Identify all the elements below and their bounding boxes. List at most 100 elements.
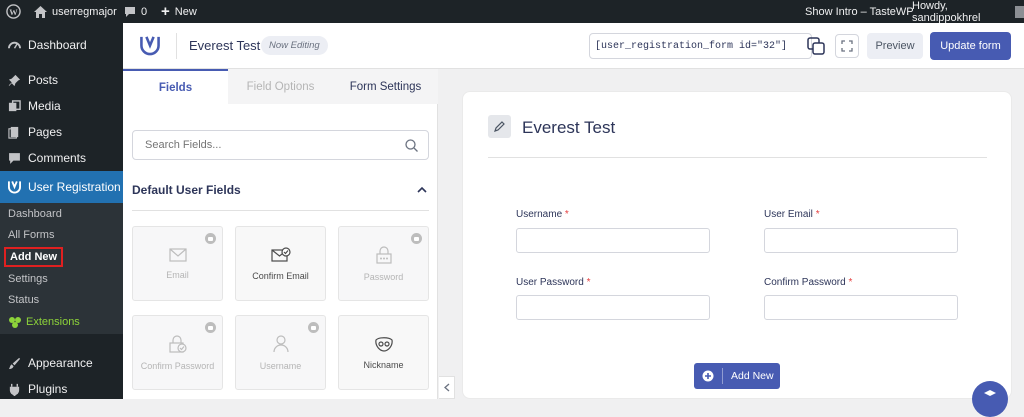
- comment-icon: [9, 152, 20, 164]
- sidebar-item-comments[interactable]: Comments: [0, 145, 123, 171]
- lock-icon: [205, 233, 216, 244]
- site-name-link[interactable]: userregmajor: [34, 0, 117, 23]
- dashboard-icon: [8, 41, 21, 49]
- lock-icon: [411, 233, 422, 244]
- submenu-item-settings[interactable]: Settings: [8, 269, 48, 289]
- sidebar-item-posts[interactable]: Posts: [0, 67, 123, 93]
- pages-icon: [8, 126, 19, 139]
- field-email[interactable]: Email: [132, 226, 223, 301]
- submenu-item-all-forms[interactable]: All Forms: [8, 225, 54, 245]
- user-password-label: User Password *: [516, 277, 591, 288]
- lock-icon: [205, 322, 216, 333]
- field-label: Email: [166, 269, 189, 280]
- submenu-item-dashboard[interactable]: Dashboard: [8, 204, 62, 224]
- new-label: New: [174, 5, 197, 18]
- show-intro-label: Show Intro – TasteWP: [805, 5, 914, 18]
- media-icon: [8, 99, 21, 111]
- envelope-icon: [168, 247, 187, 262]
- field-username[interactable]: Username: [235, 315, 326, 390]
- username-input[interactable]: [516, 228, 710, 253]
- submenu-item-add-new[interactable]: Add New: [4, 247, 64, 267]
- required-marker: *: [848, 277, 853, 288]
- tab-field-options[interactable]: Field Options: [228, 69, 333, 104]
- sidebar-item-label: Comments: [28, 151, 87, 165]
- submenu-label: Add New: [10, 251, 58, 263]
- submenu-label: Status: [8, 294, 40, 306]
- sidebar-item-label: Appearance: [28, 356, 93, 370]
- lock-dots-icon: [375, 245, 392, 264]
- tab-fields[interactable]: Fields: [123, 69, 228, 104]
- search-field-wrapper: [132, 130, 429, 160]
- wordpress-logo-icon[interactable]: W: [6, 0, 21, 23]
- fullscreen-button[interactable]: [835, 34, 859, 58]
- help-launcher-button[interactable]: [972, 381, 1008, 417]
- sidebar-item-label: Media: [28, 99, 61, 113]
- form-title: Everest Test: [189, 38, 261, 53]
- label-text: User Email: [764, 209, 813, 220]
- submenu-item-extensions[interactable]: Extensions: [8, 312, 80, 332]
- add-new-row-button[interactable]: Add New: [694, 363, 780, 389]
- chevron-up-icon[interactable]: [417, 186, 427, 193]
- site-name: userregmajor: [52, 5, 117, 18]
- confirm-password-input[interactable]: [764, 295, 958, 320]
- builder-header: Everest Test Now Editing [user_registrat…: [123, 23, 1024, 69]
- submenu-item-status[interactable]: Status: [8, 290, 39, 310]
- submenu-label: Settings: [8, 273, 48, 285]
- search-icon: [405, 139, 418, 152]
- field-label: Username: [259, 360, 302, 371]
- collapse-panel-button[interactable]: [439, 376, 455, 399]
- sidebar-item-plugins[interactable]: Plugins: [0, 376, 123, 402]
- comments-link[interactable]: 0: [124, 0, 147, 23]
- sidebar-item-label: Plugins: [28, 382, 68, 396]
- field-confirm-password[interactable]: Confirm Password: [132, 315, 223, 390]
- copy-shortcode-button[interactable]: [804, 34, 827, 58]
- divider: [488, 157, 987, 158]
- field-nickname[interactable]: Nickname: [338, 315, 429, 390]
- admin-bar: W userregmajor 0 + New Show Intro – Tast…: [0, 0, 1024, 24]
- confirm-password-label: Confirm Password *: [764, 277, 852, 288]
- user-email-input[interactable]: [764, 228, 958, 253]
- account-menu[interactable]: Howdy, sandippokhrel: [912, 0, 1024, 24]
- user-password-input[interactable]: [516, 295, 710, 320]
- submenu-label: Extensions: [26, 316, 80, 328]
- label-text: Confirm Password: [764, 277, 846, 288]
- sidebar-item-label: Pages: [28, 125, 63, 139]
- lock-check-icon: [168, 334, 187, 353]
- sidebar-item-appearance[interactable]: Appearance: [0, 350, 123, 376]
- avatar: [1014, 5, 1024, 18]
- shortcode-field[interactable]: [user_registration_form id="32"]: [589, 33, 812, 59]
- user-email-label: User Email *: [764, 209, 820, 220]
- status-badge: Now Editing: [261, 36, 328, 55]
- sidebar-item-dashboard[interactable]: Dashboard: [0, 32, 123, 58]
- layers-icon: [984, 390, 996, 396]
- submenu-label: Dashboard: [8, 208, 62, 220]
- sidebar-item-pages[interactable]: Pages: [0, 119, 123, 145]
- preview-button[interactable]: Preview: [867, 33, 923, 59]
- sidebar-item-media[interactable]: Media: [0, 93, 123, 119]
- comments-count: 0: [141, 5, 148, 18]
- username-label: Username *: [516, 209, 569, 220]
- tab-form-settings[interactable]: Form Settings: [333, 69, 438, 104]
- update-form-button[interactable]: Update form: [930, 32, 1011, 60]
- home-icon: [34, 5, 47, 18]
- pencil-icon: [494, 121, 505, 132]
- form-canvas: Everest Test Username * User Email * Use…: [462, 91, 1012, 399]
- pin-icon: [8, 74, 21, 86]
- field-password[interactable]: Password: [338, 226, 429, 301]
- plus-icon: +: [161, 3, 170, 20]
- sidebar-item-user-registration[interactable]: User Registration: [0, 171, 123, 203]
- show-intro-link[interactable]: Show Intro – TasteWP: [805, 0, 914, 23]
- edit-title-button[interactable]: [488, 115, 511, 138]
- ur-logo-icon: [8, 181, 21, 194]
- sidebar-item-label: Posts: [28, 73, 59, 87]
- new-content-link[interactable]: + New: [161, 0, 197, 23]
- field-label: Confirm Email: [252, 270, 309, 281]
- fields-panel: Fields Field Options Form Settings Defau…: [123, 69, 438, 399]
- search-input[interactable]: [133, 131, 393, 159]
- brush-icon: [8, 357, 21, 369]
- field-confirm-email[interactable]: Confirm Email: [235, 226, 326, 301]
- divider: [176, 33, 177, 59]
- field-label: Password: [363, 271, 404, 282]
- plus-circle-icon: [694, 370, 722, 382]
- add-new-label: Add New: [731, 370, 774, 382]
